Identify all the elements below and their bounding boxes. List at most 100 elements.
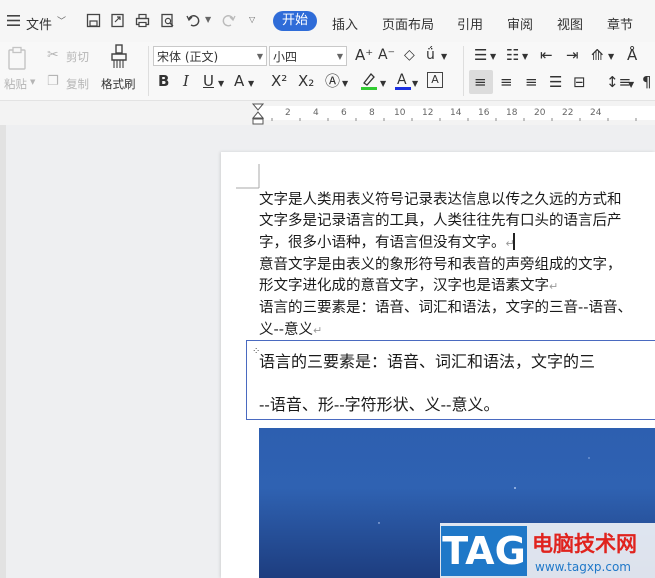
undo-icon[interactable] (186, 13, 201, 28)
hamburger-menu-icon[interactable] (6, 13, 21, 28)
ruler-number: 4 (313, 108, 319, 118)
ribbon-toolbar: 粘贴 ▼ ✂ 剪切 ❐ 复制 格式刷 宋体 (正文) ▼ 小四 ▼ A⁺ A⁻ … (0, 42, 655, 101)
numbered-list-icon[interactable]: ☷ (506, 46, 519, 64)
paragraph-mark-icon[interactable]: ¶ (642, 73, 652, 91)
watermark-site-name: 电脑技术网 (532, 532, 637, 556)
font-size-select[interactable]: 小四 ▼ (269, 46, 347, 66)
doc-line-text: 义--意义 (259, 322, 313, 338)
subscript-icon[interactable]: X₂ (298, 72, 314, 90)
watermark-url: www.tagxp.com (535, 560, 631, 574)
ruler-number: 16 (478, 108, 490, 118)
tab-view[interactable]: 视图 (557, 14, 583, 33)
horizontal-ruler: 2 4 6 8 10 12 14 16 18 20 22 24 (0, 101, 655, 125)
doc-line[interactable]: 字，很多小语种，有语言但没有文字。↵ (259, 231, 515, 252)
paste-dropdown-icon[interactable]: ▼ (30, 78, 35, 86)
textbox-line[interactable]: 语言的三要素是：语音、词汇和语法，文字的三 (259, 348, 595, 372)
tab-start[interactable]: 开始 (273, 11, 317, 31)
decrease-indent-icon[interactable]: ⇤ (540, 46, 553, 64)
format-painter-button[interactable]: 格式刷 (101, 76, 136, 92)
ruler-number: 2 (285, 108, 291, 118)
chevron-down-icon[interactable]: ▼ (608, 48, 614, 66)
ruler-number: 14 (450, 108, 462, 118)
copy-icon: ❐ (47, 74, 59, 89)
bullet-list-icon[interactable]: ☰ (474, 46, 487, 64)
increase-indent-icon[interactable]: ⇥ (566, 46, 579, 64)
ruler-number: 6 (341, 108, 347, 118)
chevron-down-icon: ▼ (256, 52, 263, 61)
strikethrough-icon[interactable]: A (234, 72, 244, 90)
paste-button[interactable]: 粘贴 (4, 76, 27, 92)
chevron-down-icon[interactable]: ▼ (522, 48, 528, 66)
menu-bar: 文件 ﹀ ▼ ▽ 开始 插入 页面布局 引用 审阅 视图 章节 (0, 0, 655, 42)
increase-font-size-icon[interactable]: A⁺ (355, 46, 373, 64)
superscript-icon[interactable]: X² (271, 72, 287, 90)
align-right-icon[interactable]: ≡ (525, 73, 538, 91)
justify-icon[interactable]: ☰ (549, 73, 562, 91)
doc-line[interactable]: 义--意义↵ (259, 318, 322, 339)
doc-line-text: 字，很多小语种，有语言但没有文字。 (259, 235, 506, 251)
save-icon[interactable] (86, 13, 101, 28)
chevron-down-icon[interactable]: ▼ (628, 76, 634, 94)
print-preview-icon[interactable] (160, 13, 175, 28)
phonetic-guide-icon[interactable]: ǘ (426, 46, 435, 64)
ruler-number: 10 (394, 108, 406, 118)
tab-review[interactable]: 审阅 (507, 14, 533, 33)
paragraph-mark-icon: ↵ (312, 324, 323, 337)
chevron-down-icon[interactable]: ﹀ (57, 14, 66, 27)
doc-line[interactable]: 文字多是记录语言的工具，人类往往先有口头的语言后产 (259, 209, 622, 230)
tab-references[interactable]: 引用 (457, 14, 483, 33)
format-painter-icon[interactable] (109, 44, 129, 70)
font-name-select[interactable]: 宋体 (正文) ▼ (153, 46, 267, 66)
doc-line-text: 形文字进化成的意音文字，汉字也是语素文字 (259, 278, 549, 294)
chevron-down-icon[interactable]: ▼ (248, 75, 254, 93)
distributed-align-icon[interactable]: ⊟ (573, 73, 586, 91)
chevron-down-icon[interactable]: ▼ (342, 75, 348, 93)
quick-access-more-icon[interactable]: ▽ (249, 15, 255, 24)
ruler-number: 18 (506, 108, 518, 118)
undo-dropdown-icon[interactable]: ▼ (205, 15, 211, 24)
file-menu[interactable]: 文件 (26, 14, 52, 33)
doc-line[interactable]: 形文字进化成的意音文字，汉字也是语素文字↵ (259, 274, 558, 295)
tab-chapter[interactable]: 章节 (607, 14, 633, 33)
print-icon[interactable] (135, 13, 150, 28)
sort-icon[interactable]: Å (627, 46, 637, 64)
align-center-icon[interactable]: ≡ (500, 73, 513, 91)
highlight-color-icon[interactable] (360, 71, 378, 91)
page-corner-mark (236, 164, 260, 189)
doc-line[interactable]: 文字是人类用表义符号记录表达信息以传之久远的方式和 (259, 188, 622, 209)
chevron-down-icon: ▼ (336, 52, 343, 61)
font-color-icon[interactable]: A (394, 71, 412, 91)
chevron-down-icon[interactable]: ▼ (412, 75, 418, 93)
underline-icon[interactable]: U (203, 72, 214, 90)
ruler-ticks (271, 118, 637, 121)
ruler-number: 12 (422, 108, 434, 118)
chevron-down-icon[interactable]: ▼ (441, 48, 447, 66)
cut-button[interactable]: 剪切 (66, 49, 89, 65)
doc-line[interactable]: 语言的三要素是：语音、词汇和语法，文字的三音--语音、 (259, 296, 632, 317)
decrease-font-size-icon[interactable]: A⁻ (378, 46, 395, 64)
chevron-down-icon[interactable]: ▼ (218, 75, 224, 93)
textbox-line[interactable]: --语音、形--字符形状、义--意义。 (259, 391, 499, 415)
ruler-number: 20 (534, 108, 546, 118)
chevron-down-icon[interactable]: ▼ (490, 48, 496, 66)
clear-format-icon[interactable]: ◇ (404, 46, 415, 64)
align-left-icon[interactable]: ≡ (474, 73, 487, 91)
text-cursor (513, 233, 515, 250)
font-name-value: 宋体 (正文) (157, 50, 219, 64)
export-pdf-icon[interactable] (110, 13, 125, 28)
ribbon-divider (148, 46, 149, 96)
character-border-icon[interactable]: A (427, 72, 443, 88)
vertical-ruler (0, 125, 6, 578)
redo-icon[interactable] (221, 13, 236, 28)
ruler-number: 24 (590, 108, 602, 118)
tab-insert[interactable]: 插入 (332, 14, 358, 33)
chevron-down-icon[interactable]: ▼ (380, 75, 386, 93)
italic-icon[interactable]: I (183, 72, 189, 90)
bold-icon[interactable]: B (158, 72, 169, 90)
paste-icon[interactable] (6, 46, 28, 70)
chinese-layout-icon[interactable]: ⟰ (591, 46, 604, 64)
text-effect-icon[interactable]: Ⓐ (325, 72, 340, 90)
doc-line[interactable]: 意音文字是由表义的象形符号和表音的声旁组成的文字， (259, 253, 622, 274)
tab-page-layout[interactable]: 页面布局 (382, 14, 434, 33)
copy-button[interactable]: 复制 (66, 76, 89, 92)
